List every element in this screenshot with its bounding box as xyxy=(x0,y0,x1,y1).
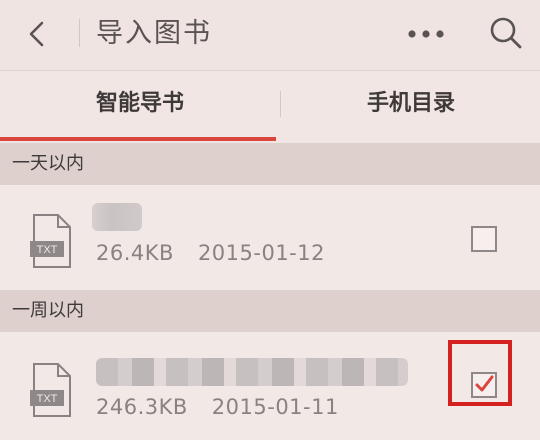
file-type-label: TXT xyxy=(37,244,58,256)
tab-smart-import[interactable]: 智能导书 xyxy=(0,71,280,137)
file-meta: 26.4KB 2015-01-12 xyxy=(96,241,325,265)
section-title: 一周以内 xyxy=(12,300,84,321)
section-title: 一天以内 xyxy=(12,153,84,174)
search-icon xyxy=(490,17,522,49)
blurred-file-name xyxy=(92,203,142,231)
highlight-box xyxy=(448,340,512,406)
more-horizontal-icon xyxy=(408,30,444,38)
chevron-left-icon xyxy=(29,21,44,47)
header-divider xyxy=(79,19,80,47)
active-tab-indicator xyxy=(0,137,276,141)
more-button[interactable] xyxy=(404,20,452,48)
txt-file-icon: TXT xyxy=(30,363,71,417)
file-row[interactable]: TXT 26.4KB 2015-01-12 xyxy=(0,185,540,290)
tab-phone-directory[interactable]: 手机目录 xyxy=(282,71,540,137)
section-header-within-day: 一天以内 xyxy=(0,143,540,185)
import-books-screen: 导入图书 智能导书 手机目录 一天以内 TXT 26.4KB 2015-01-1… xyxy=(0,0,540,440)
file-checkbox-unchecked[interactable] xyxy=(471,226,497,252)
back-button[interactable] xyxy=(22,18,54,50)
file-size: 26.4KB xyxy=(96,241,174,265)
file-date: 2015-01-12 xyxy=(197,241,325,265)
txt-file-icon: TXT xyxy=(30,214,71,268)
blurred-file-name xyxy=(96,358,408,386)
file-date: 2015-01-11 xyxy=(211,395,339,419)
file-type-label: TXT xyxy=(37,393,58,405)
file-meta: 246.3KB 2015-01-11 xyxy=(96,395,339,419)
page-title: 导入图书 xyxy=(96,18,212,49)
search-button[interactable] xyxy=(486,12,526,52)
section-header-within-week: 一周以内 xyxy=(0,290,540,332)
file-size: 246.3KB xyxy=(96,395,188,419)
top-bar: 导入图书 xyxy=(0,0,540,71)
tab-divider xyxy=(280,91,281,117)
tab-bar: 智能导书 手机目录 xyxy=(0,71,540,143)
